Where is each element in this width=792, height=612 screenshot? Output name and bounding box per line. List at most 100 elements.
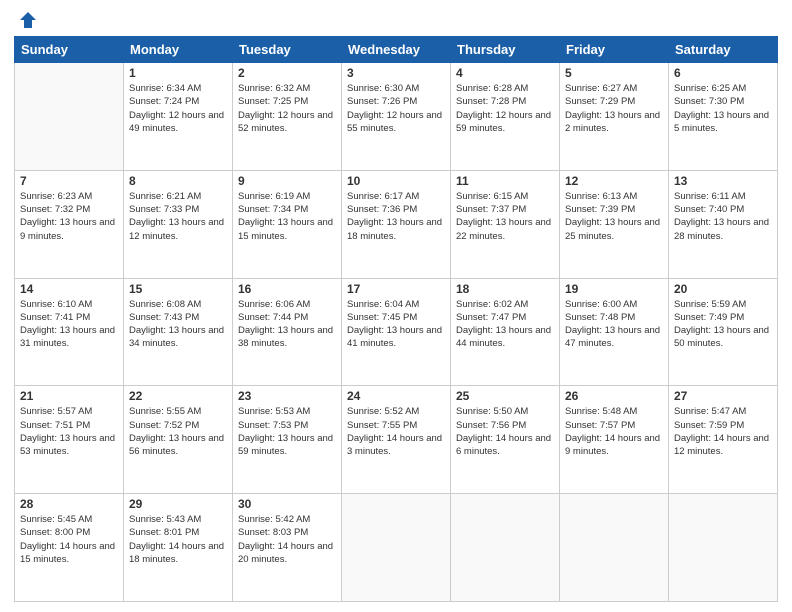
day-header-monday: Monday	[124, 37, 233, 63]
calendar-cell	[15, 63, 124, 171]
day-info: Sunrise: 5:45 AMSunset: 8:00 PMDaylight:…	[20, 513, 118, 566]
calendar-cell: 23 Sunrise: 5:53 AMSunset: 7:53 PMDayligh…	[233, 386, 342, 494]
calendar-cell: 10 Sunrise: 6:17 AMSunset: 7:36 PMDayligh…	[342, 170, 451, 278]
calendar-cell: 27 Sunrise: 5:47 AMSunset: 7:59 PMDayligh…	[669, 386, 778, 494]
day-info: Sunrise: 6:27 AMSunset: 7:29 PMDaylight:…	[565, 82, 663, 135]
day-info: Sunrise: 5:52 AMSunset: 7:55 PMDaylight:…	[347, 405, 445, 458]
day-number: 29	[129, 497, 227, 511]
day-info: Sunrise: 6:19 AMSunset: 7:34 PMDaylight:…	[238, 190, 336, 243]
day-info: Sunrise: 6:32 AMSunset: 7:25 PMDaylight:…	[238, 82, 336, 135]
calendar-cell: 7 Sunrise: 6:23 AMSunset: 7:32 PMDaylight…	[15, 170, 124, 278]
calendar-cell: 1 Sunrise: 6:34 AMSunset: 7:24 PMDaylight…	[124, 63, 233, 171]
logo	[14, 10, 38, 30]
day-number: 4	[456, 66, 554, 80]
calendar-cell: 21Sunrise: 5:57 AMSunset: 7:51 PMDayligh…	[15, 386, 124, 494]
calendar-table: SundayMondayTuesdayWednesdayThursdayFrid…	[14, 36, 778, 602]
day-number: 25	[456, 389, 554, 403]
calendar-header-row: SundayMondayTuesdayWednesdayThursdayFrid…	[15, 37, 778, 63]
day-number: 16	[238, 282, 336, 296]
day-info: Sunrise: 6:23 AMSunset: 7:32 PMDaylight:…	[20, 190, 118, 243]
logo-icon	[18, 10, 38, 30]
day-number: 5	[565, 66, 663, 80]
day-header-friday: Friday	[560, 37, 669, 63]
day-number: 28	[20, 497, 118, 511]
day-number: 19	[565, 282, 663, 296]
page: SundayMondayTuesdayWednesdayThursdayFrid…	[0, 0, 792, 612]
calendar-cell: 13Sunrise: 6:11 AMSunset: 7:40 PMDayligh…	[669, 170, 778, 278]
calendar-week-1: 1 Sunrise: 6:34 AMSunset: 7:24 PMDaylight…	[15, 63, 778, 171]
day-number: 22	[129, 389, 227, 403]
calendar-cell: 15 Sunrise: 6:08 AMSunset: 7:43 PMDayligh…	[124, 278, 233, 386]
calendar-cell: 4 Sunrise: 6:28 AMSunset: 7:28 PMDaylight…	[451, 63, 560, 171]
calendar-cell: 16 Sunrise: 6:06 AMSunset: 7:44 PMDayligh…	[233, 278, 342, 386]
day-info: Sunrise: 6:08 AMSunset: 7:43 PMDaylight:…	[129, 298, 227, 351]
day-info: Sunrise: 5:59 AMSunset: 7:49 PMDaylight:…	[674, 298, 772, 351]
day-number: 23	[238, 389, 336, 403]
day-number: 2	[238, 66, 336, 80]
day-number: 14	[20, 282, 118, 296]
day-header-thursday: Thursday	[451, 37, 560, 63]
day-number: 17	[347, 282, 445, 296]
calendar-week-5: 28 Sunrise: 5:45 AMSunset: 8:00 PMDayligh…	[15, 494, 778, 602]
day-number: 9	[238, 174, 336, 188]
day-number: 15	[129, 282, 227, 296]
calendar-cell: 6Sunrise: 6:25 AMSunset: 7:30 PMDaylight…	[669, 63, 778, 171]
day-number: 8	[129, 174, 227, 188]
day-info: Sunrise: 6:11 AMSunset: 7:40 PMDaylight:…	[674, 190, 772, 243]
day-number: 6	[674, 66, 772, 80]
day-number: 3	[347, 66, 445, 80]
calendar-cell: 3 Sunrise: 6:30 AMSunset: 7:26 PMDaylight…	[342, 63, 451, 171]
day-info: Sunrise: 6:00 AMSunset: 7:48 PMDaylight:…	[565, 298, 663, 351]
day-number: 18	[456, 282, 554, 296]
day-header-tuesday: Tuesday	[233, 37, 342, 63]
day-info: Sunrise: 6:06 AMSunset: 7:44 PMDaylight:…	[238, 298, 336, 351]
calendar-cell: 14 Sunrise: 6:10 AMSunset: 7:41 PMDayligh…	[15, 278, 124, 386]
day-number: 11	[456, 174, 554, 188]
calendar-cell: 18 Sunrise: 6:02 AMSunset: 7:47 PMDayligh…	[451, 278, 560, 386]
day-info: Sunrise: 6:15 AMSunset: 7:37 PMDaylight:…	[456, 190, 554, 243]
calendar-cell: 17Sunrise: 6:04 AMSunset: 7:45 PMDayligh…	[342, 278, 451, 386]
calendar-week-3: 14 Sunrise: 6:10 AMSunset: 7:41 PMDayligh…	[15, 278, 778, 386]
day-info: Sunrise: 5:55 AMSunset: 7:52 PMDaylight:…	[129, 405, 227, 458]
day-info: Sunrise: 6:30 AMSunset: 7:26 PMDaylight:…	[347, 82, 445, 135]
day-info: Sunrise: 6:10 AMSunset: 7:41 PMDaylight:…	[20, 298, 118, 351]
calendar-cell	[342, 494, 451, 602]
day-number: 24	[347, 389, 445, 403]
calendar-cell: 20Sunrise: 5:59 AMSunset: 7:49 PMDayligh…	[669, 278, 778, 386]
day-info: Sunrise: 6:34 AMSunset: 7:24 PMDaylight:…	[129, 82, 227, 135]
day-number: 1	[129, 66, 227, 80]
calendar-cell: 25Sunrise: 5:50 AMSunset: 7:56 PMDayligh…	[451, 386, 560, 494]
day-info: Sunrise: 6:13 AMSunset: 7:39 PMDaylight:…	[565, 190, 663, 243]
calendar-cell: 22 Sunrise: 5:55 AMSunset: 7:52 PMDayligh…	[124, 386, 233, 494]
day-info: Sunrise: 5:42 AMSunset: 8:03 PMDaylight:…	[238, 513, 336, 566]
calendar-cell: 2 Sunrise: 6:32 AMSunset: 7:25 PMDaylight…	[233, 63, 342, 171]
day-header-sunday: Sunday	[15, 37, 124, 63]
day-info: Sunrise: 6:02 AMSunset: 7:47 PMDaylight:…	[456, 298, 554, 351]
calendar-cell: 30Sunrise: 5:42 AMSunset: 8:03 PMDayligh…	[233, 494, 342, 602]
day-info: Sunrise: 6:17 AMSunset: 7:36 PMDaylight:…	[347, 190, 445, 243]
day-info: Sunrise: 5:47 AMSunset: 7:59 PMDaylight:…	[674, 405, 772, 458]
calendar-cell: 12Sunrise: 6:13 AMSunset: 7:39 PMDayligh…	[560, 170, 669, 278]
calendar-week-2: 7 Sunrise: 6:23 AMSunset: 7:32 PMDaylight…	[15, 170, 778, 278]
calendar-week-4: 21Sunrise: 5:57 AMSunset: 7:51 PMDayligh…	[15, 386, 778, 494]
day-info: Sunrise: 5:53 AMSunset: 7:53 PMDaylight:…	[238, 405, 336, 458]
day-info: Sunrise: 6:28 AMSunset: 7:28 PMDaylight:…	[456, 82, 554, 135]
calendar-cell: 19 Sunrise: 6:00 AMSunset: 7:48 PMDayligh…	[560, 278, 669, 386]
calendar-cell	[669, 494, 778, 602]
day-number: 21	[20, 389, 118, 403]
calendar-cell	[451, 494, 560, 602]
calendar-cell: 8Sunrise: 6:21 AMSunset: 7:33 PMDaylight…	[124, 170, 233, 278]
calendar-cell: 26Sunrise: 5:48 AMSunset: 7:57 PMDayligh…	[560, 386, 669, 494]
calendar-cell: 5 Sunrise: 6:27 AMSunset: 7:29 PMDaylight…	[560, 63, 669, 171]
calendar-cell	[560, 494, 669, 602]
day-info: Sunrise: 5:48 AMSunset: 7:57 PMDaylight:…	[565, 405, 663, 458]
calendar-cell: 28 Sunrise: 5:45 AMSunset: 8:00 PMDayligh…	[15, 494, 124, 602]
calendar-cell: 11 Sunrise: 6:15 AMSunset: 7:37 PMDayligh…	[451, 170, 560, 278]
day-number: 7	[20, 174, 118, 188]
day-number: 10	[347, 174, 445, 188]
calendar-cell: 9 Sunrise: 6:19 AMSunset: 7:34 PMDaylight…	[233, 170, 342, 278]
day-header-wednesday: Wednesday	[342, 37, 451, 63]
day-number: 27	[674, 389, 772, 403]
calendar-cell: 24 Sunrise: 5:52 AMSunset: 7:55 PMDayligh…	[342, 386, 451, 494]
day-info: Sunrise: 5:43 AMSunset: 8:01 PMDaylight:…	[129, 513, 227, 566]
